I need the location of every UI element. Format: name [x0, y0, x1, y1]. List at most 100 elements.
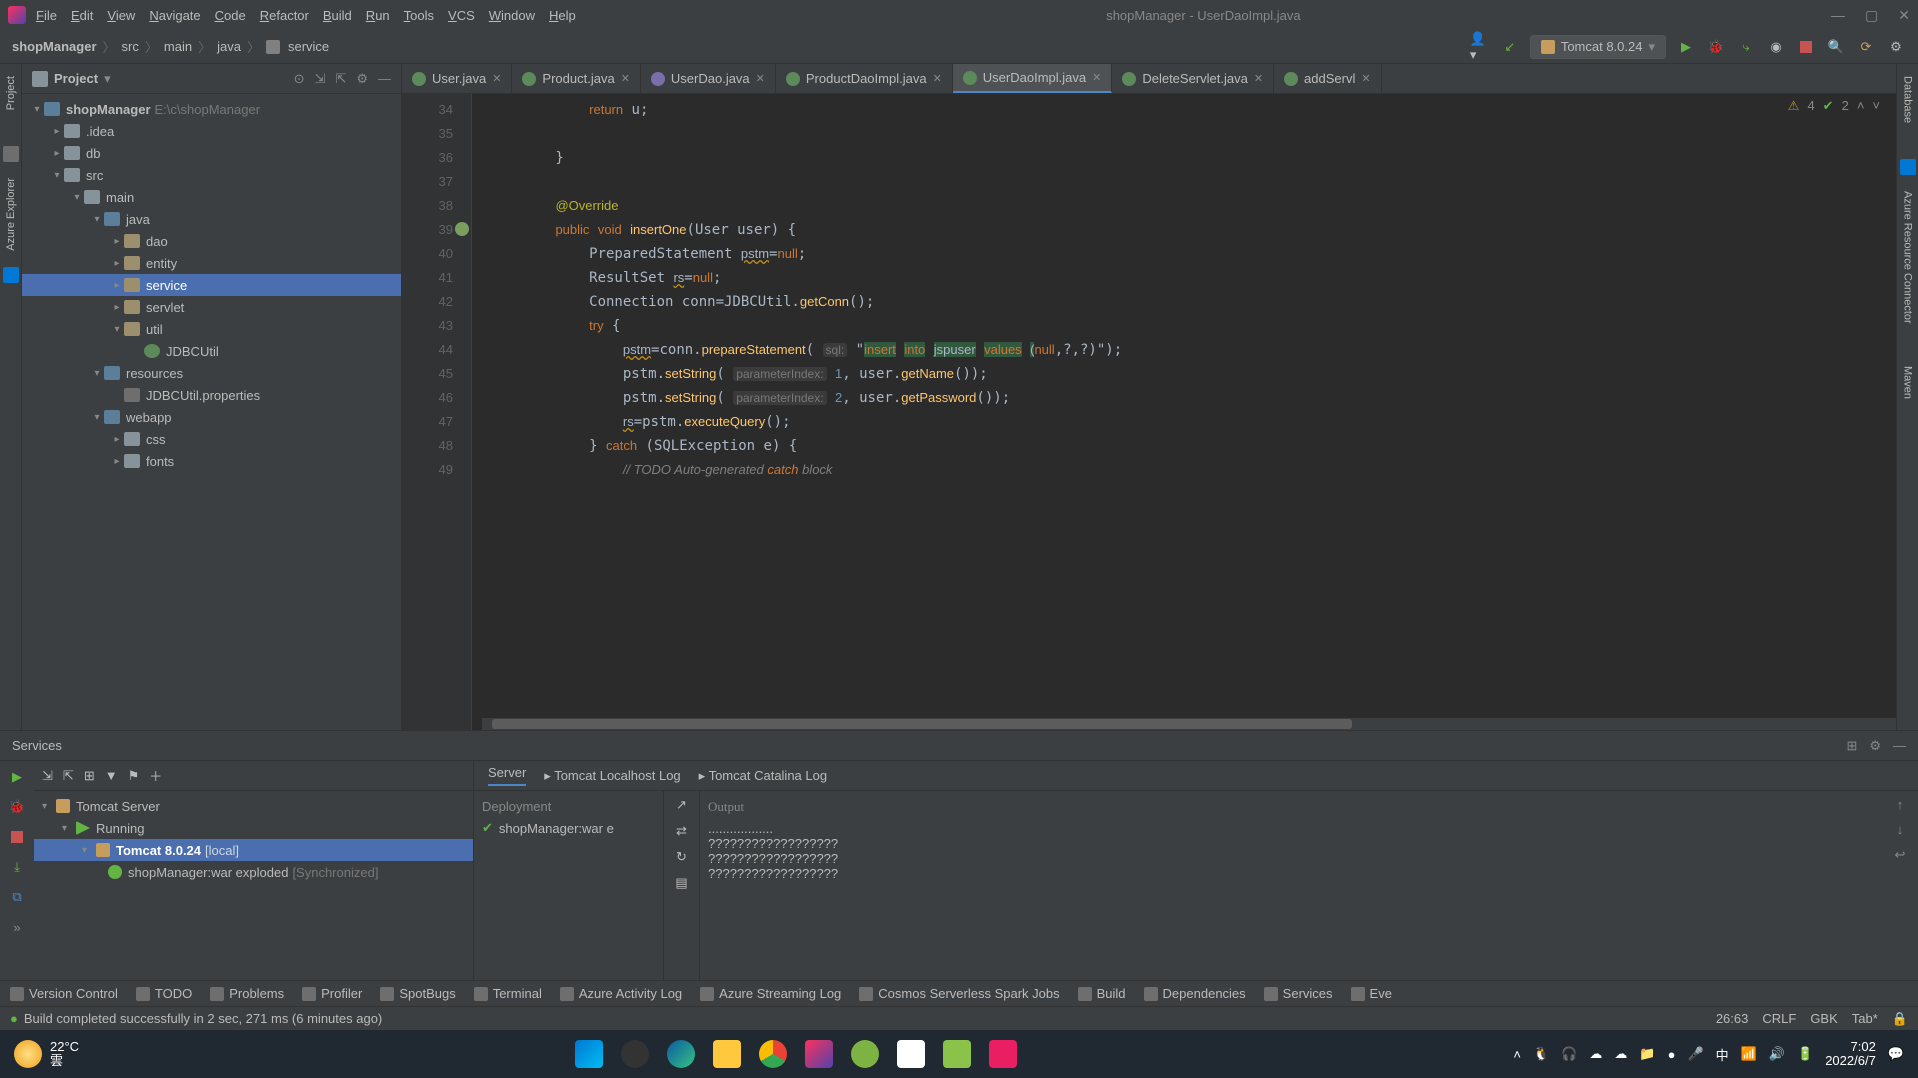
close-tab-icon[interactable]: ✕ [756, 72, 765, 85]
intellij-button[interactable] [799, 1034, 839, 1074]
tree-item-src[interactable]: ▾src [22, 164, 401, 186]
line-ending[interactable]: CRLF [1762, 1011, 1796, 1027]
start-button[interactable] [569, 1034, 609, 1074]
bottom-tab-eve[interactable]: Eve [1351, 986, 1392, 1001]
close-tab-icon[interactable]: ✕ [1254, 72, 1263, 85]
breadcrumb-item[interactable]: shopManager [12, 39, 97, 54]
breadcrumb-item[interactable]: java [217, 39, 241, 54]
chrome-button[interactable] [753, 1034, 793, 1074]
windows-taskbar[interactable]: 22°C 雲 ˄ 🐧 🎧 ☁ ☁ 📁 ● 🎤 中 📶 🔊 🔋 7:02 2022… [0, 1030, 1918, 1078]
tree-item-JDBCUtil[interactable]: JDBCUtil [22, 340, 401, 362]
editor-body[interactable]: 34353637383940414243444546474849 return … [402, 94, 1896, 730]
profile-button[interactable]: ◉ [1766, 37, 1786, 57]
notification-icon[interactable]: 💬 [1888, 1046, 1904, 1062]
scroll-up-icon[interactable]: ↑ [1897, 797, 1904, 812]
ime-icon[interactable]: 中 [1716, 1045, 1729, 1064]
explorer-button[interactable] [707, 1034, 747, 1074]
back-arrow-icon[interactable]: ↙ [1500, 37, 1520, 57]
tray-icon[interactable]: ● [1668, 1047, 1676, 1062]
menu-run[interactable]: Run [366, 8, 390, 23]
close-tab-icon[interactable]: ✕ [1092, 71, 1101, 84]
run-button[interactable]: ▶ [1676, 37, 1696, 57]
tree-item-css[interactable]: ▸css [22, 428, 401, 450]
sync-icon[interactable]: ⟳ [1856, 37, 1876, 57]
editor-tab-DeleteServlet-java[interactable]: DeleteServlet.java✕ [1112, 64, 1274, 93]
breadcrumb-item[interactable]: service [288, 39, 329, 54]
tree-item-db[interactable]: ▸db [22, 142, 401, 164]
expand-icon[interactable]: ⇲ [315, 71, 326, 87]
bottom-tab-problems[interactable]: Problems [210, 986, 284, 1001]
menu-code[interactable]: Code [215, 8, 246, 23]
services-expand-icon[interactable]: » [7, 917, 27, 937]
svc-flag-icon[interactable]: ⚑ [128, 768, 140, 784]
volume-icon[interactable]: 🔊 [1769, 1046, 1785, 1062]
refresh-icon[interactable]: ↻ [676, 849, 687, 865]
bottom-tab-dependencies[interactable]: Dependencies [1144, 986, 1246, 1001]
services-debug-button[interactable]: 🐞 [7, 797, 27, 817]
tree-item-webapp[interactable]: ▾webapp [22, 406, 401, 428]
app-button[interactable] [891, 1034, 931, 1074]
svc-config-row[interactable]: ▾ Tomcat 8.0.24 [local] [34, 839, 473, 861]
locate-icon[interactable]: ⊙ [294, 71, 305, 87]
tree-item-servlet[interactable]: ▸servlet [22, 296, 401, 318]
editor-tab-UserDaoImpl-java[interactable]: UserDaoImpl.java✕ [953, 64, 1113, 93]
edge-button[interactable] [661, 1034, 701, 1074]
editor-hscrollbar[interactable] [482, 718, 1896, 730]
deployment-item[interactable]: ✔ shopManager:war e [482, 820, 655, 836]
editor-tab-addServl[interactable]: addServl✕ [1274, 64, 1382, 93]
mic-icon[interactable]: 🎤 [1687, 1046, 1703, 1062]
azure-explorer-icon[interactable] [3, 146, 19, 162]
close-tab-icon[interactable]: ✕ [1361, 72, 1370, 85]
menu-navigate[interactable]: Navigate [149, 8, 200, 23]
azure-resource-tab[interactable]: Azure Resource Connector [1900, 185, 1916, 330]
editor-tab-Product-java[interactable]: Product.java✕ [512, 64, 640, 93]
bottom-tab-cosmos-serverless-spark-jobs[interactable]: Cosmos Serverless Spark Jobs [859, 986, 1059, 1001]
clock[interactable]: 7:02 2022/6/7 [1825, 1040, 1876, 1068]
services-run-button[interactable]: ▶ [7, 767, 27, 787]
tray-icon[interactable]: 🎧 [1561, 1046, 1577, 1062]
hide-panel-icon[interactable]: — [378, 71, 391, 87]
services-tree[interactable]: ⇲ ⇱ ⊞ ▼ ⚑ ＋ ▾ Tomcat Server ▾ Running ▾ … [34, 761, 474, 980]
wifi-icon[interactable]: 📶 [1741, 1046, 1757, 1062]
tree-item-java[interactable]: ▾java [22, 208, 401, 230]
tree-item-dao[interactable]: ▸dao [22, 230, 401, 252]
editor-tab-ProductDaoImpl-java[interactable]: ProductDaoImpl.java✕ [776, 64, 953, 93]
minimize-button[interactable]: — [1831, 7, 1845, 24]
clear-icon[interactable]: ▤ [675, 875, 687, 891]
services-more-icon[interactable]: ⧉ [7, 887, 27, 907]
app-button[interactable] [937, 1034, 977, 1074]
tree-root[interactable]: ▾shopManagerE:\c\shopManager [22, 98, 401, 120]
menu-view[interactable]: View [107, 8, 135, 23]
stop-button[interactable] [1796, 37, 1816, 57]
bottom-tab-version-control[interactable]: Version Control [10, 986, 118, 1001]
database-tab[interactable]: Database [1900, 70, 1916, 129]
breadcrumb[interactable]: shopManager〉src〉main〉java〉service [12, 37, 329, 56]
tree-item-service[interactable]: ▸service [22, 274, 401, 296]
svc-collapse-all-icon[interactable]: ⇱ [63, 768, 74, 784]
settings-icon[interactable]: ⚙ [1886, 37, 1906, 57]
tray-icon[interactable]: ☁ [1614, 1046, 1627, 1062]
editor-code[interactable]: return u; } @Override public void insert… [472, 94, 1896, 730]
svc-expand-all-icon[interactable]: ⇲ [42, 768, 53, 784]
services-gear-icon[interactable]: ⚙ [1869, 738, 1881, 754]
menu-edit[interactable]: Edit [71, 8, 93, 23]
svc-artifact-row[interactable]: shopManager:war exploded [Synchronized] [34, 861, 473, 883]
svc-add-icon[interactable]: ＋ [149, 766, 162, 785]
system-tray[interactable]: ˄ 🐧 🎧 ☁ ☁ 📁 ● 🎤 中 📶 🔊 🔋 7:02 2022/6/7 💬 [1513, 1040, 1918, 1068]
tree-item-JDBCUtil-properties[interactable]: JDBCUtil.properties [22, 384, 401, 406]
azure-explorer-tab[interactable]: Azure Explorer [3, 172, 19, 257]
menu-tools[interactable]: Tools [404, 8, 434, 23]
file-encoding[interactable]: GBK [1810, 1011, 1837, 1027]
tree-item--idea[interactable]: ▸.idea [22, 120, 401, 142]
project-tool-tab[interactable]: Project [3, 70, 19, 116]
override-marker-icon[interactable] [455, 222, 469, 236]
bottom-tab-profiler[interactable]: Profiler [302, 986, 362, 1001]
tree-item-fonts[interactable]: ▸fonts [22, 450, 401, 472]
output-tab-tomcat-catalina-log[interactable]: ▸ Tomcat Catalina Log [699, 768, 827, 784]
services-deploy-button[interactable]: ⤓ [7, 857, 27, 877]
search-button[interactable] [615, 1034, 655, 1074]
prev-issue-icon[interactable]: ˄ [1857, 98, 1865, 114]
svc-root-row[interactable]: ▾ Tomcat Server [34, 795, 473, 817]
tree-item-util[interactable]: ▾util [22, 318, 401, 340]
weather-widget[interactable]: 22°C 雲 [0, 1040, 79, 1068]
